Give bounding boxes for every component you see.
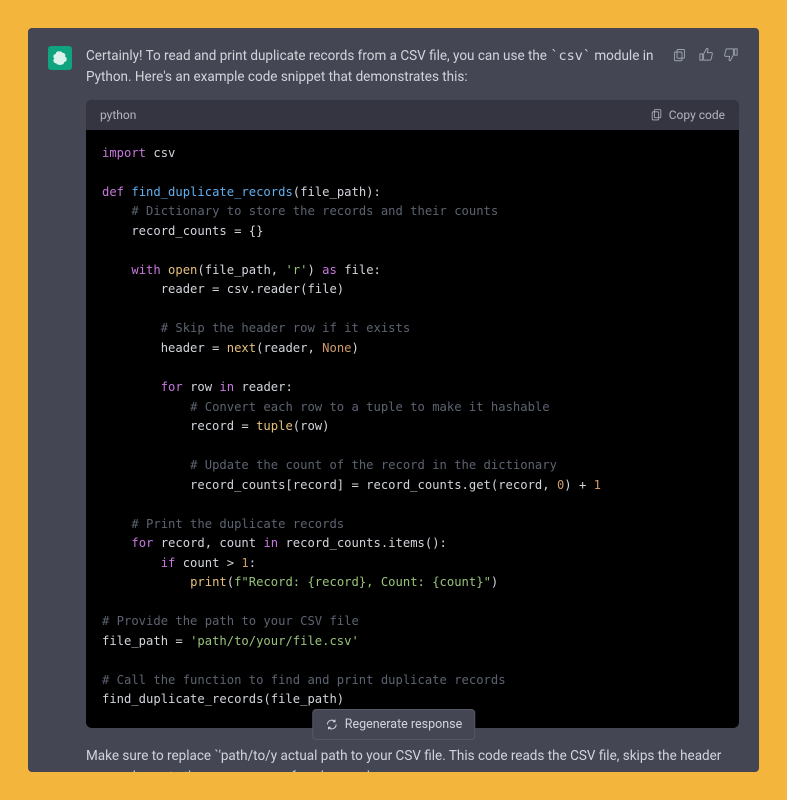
copy-message-button[interactable] (671, 46, 687, 62)
after-inline-code: `'path/to/y (214, 748, 277, 764)
after-part1: Make sure to replace (86, 748, 214, 764)
code-body[interactable]: import csv def find_duplicate_records(fi… (86, 130, 739, 728)
copy-code-button[interactable]: Copy code (650, 108, 725, 122)
assistant-avatar (48, 46, 72, 70)
refresh-icon (325, 718, 338, 731)
assistant-message-row: Certainly! To read and print duplicate r… (28, 28, 759, 88)
clipboard-icon (672, 47, 687, 62)
thumbs-up-button[interactable] (697, 46, 713, 62)
regenerate-label: Regenerate response (345, 717, 462, 732)
feedback-icon-group (671, 46, 739, 62)
thumbs-down-icon (724, 47, 739, 62)
thumbs-down-button[interactable] (723, 46, 739, 62)
assistant-logo-icon (52, 50, 68, 66)
code-block: python Copy code import csv def find_dup… (86, 100, 739, 728)
code-block-header: python Copy code (86, 100, 739, 130)
copy-code-label: Copy code (669, 108, 725, 122)
regenerate-response-button[interactable]: Regenerate response (312, 709, 475, 740)
assistant-message-text: Certainly! To read and print duplicate r… (86, 46, 657, 88)
code-language-label: python (100, 108, 136, 122)
thumbs-up-icon (698, 47, 713, 62)
intro-text-1: Certainly! To read and print duplicate r… (86, 48, 550, 64)
chat-window: Certainly! To read and print duplicate r… (28, 28, 759, 772)
clipboard-icon (650, 108, 663, 121)
intro-inline-code: `csv` (550, 48, 591, 64)
